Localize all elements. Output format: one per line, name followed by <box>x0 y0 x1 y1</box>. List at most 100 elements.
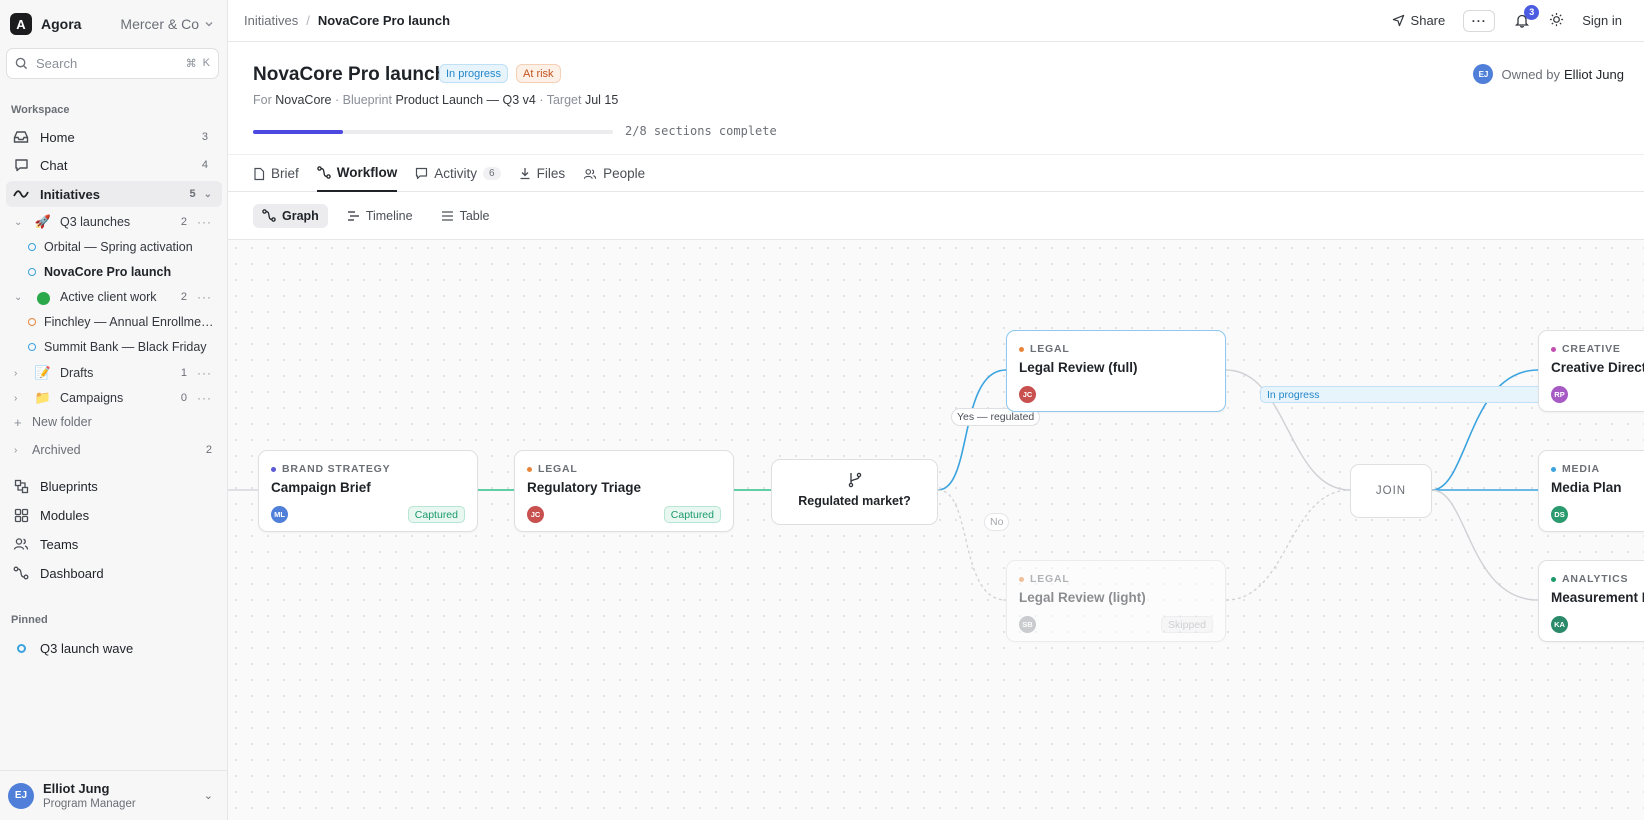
more-icon[interactable]: ··· <box>197 391 212 405</box>
more-options-button[interactable]: ··· <box>1463 9 1496 32</box>
search-shortcut: ⌘ K <box>186 57 210 70</box>
sidebar-item-teams[interactable]: Teams <box>6 531 222 557</box>
tab-files[interactable]: Files <box>519 155 565 192</box>
topbar: Initiatives / NovaCore Pro launch Share … <box>228 0 1644 42</box>
workflow-node-media-plan[interactable]: MEDIA Media Plan DS <box>1538 450 1644 532</box>
chevron-right-icon[interactable]: › <box>14 393 26 404</box>
category-dot-icon <box>1019 346 1024 352</box>
owner[interactable]: EJ Owned by Elliot Jung <box>1473 64 1624 84</box>
workflow-node-legal-review-full[interactable]: LEGAL Legal Review (full) JC In progress <box>1006 330 1620 412</box>
more-icon[interactable]: ··· <box>197 290 212 304</box>
view-timeline-button[interactable]: Timeline <box>338 204 422 228</box>
workflow-decision-node[interactable]: Regulated market? <box>771 459 938 525</box>
status-badge[interactable]: In progress <box>439 64 509 83</box>
workflow-join-node[interactable]: JOIN <box>1350 464 1432 518</box>
workflow-node-legal-review-light[interactable]: LEGAL Legal Review (light) SB Skipped <box>1006 560 1226 642</box>
org-switcher[interactable]: Mercer & Co <box>120 16 214 32</box>
folder-campaigns[interactable]: › 📁 Campaigns 0 ··· <box>14 386 220 410</box>
owner-name: Elliot Jung <box>1564 66 1624 82</box>
chevron-down-icon[interactable]: ⌄ <box>204 789 213 802</box>
notifications-button[interactable]: 3 <box>1513 4 1540 30</box>
users-icon <box>12 537 30 551</box>
share-button[interactable]: Share <box>1392 13 1445 28</box>
search-input[interactable]: Search ⌘ K <box>6 48 219 79</box>
view-label: Table <box>459 208 490 223</box>
folder-label: Active client work <box>60 290 157 304</box>
list-item[interactable]: Finchley — Annual Enrollme… <box>28 311 216 333</box>
tab-activity[interactable]: Activity 6 <box>415 155 501 192</box>
sidebar-item-blueprints[interactable]: Blueprints <box>6 473 222 499</box>
sign-in-button[interactable]: Sign in <box>1582 13 1622 28</box>
sidebar-item-modules[interactable]: Modules <box>6 502 222 528</box>
client-link[interactable]: NovaCore <box>275 93 331 107</box>
node-title: Creative Directi <box>1551 360 1644 375</box>
workflow-node-measurement-plan[interactable]: ANALYTICS Measurement P KA <box>1538 560 1644 642</box>
node-title: Legal Review (full) <box>1019 360 1138 375</box>
chevron-right-icon[interactable]: › <box>14 368 26 379</box>
list-item[interactable]: NovaCore Pro launch <box>28 261 216 283</box>
kbd-cmd: ⌘ <box>185 58 197 70</box>
avatar: KA <box>1551 616 1568 633</box>
pinned-item-q3-launch-wave[interactable]: Q3 launch wave <box>6 635 222 661</box>
chevron-down-icon[interactable]: ⌄ <box>14 217 26 228</box>
workflow-node-creative-direction[interactable]: CREATIVE Creative Directi RP <box>1538 330 1644 412</box>
tab-brief[interactable]: Brief <box>253 155 299 192</box>
avatar: DS <box>1551 506 1568 523</box>
timeline-icon <box>347 210 359 221</box>
risk-badge[interactable]: At risk <box>516 64 561 83</box>
initiative-label: Finchley — Annual Enrollme… <box>44 315 214 329</box>
chevron-right-icon[interactable]: › <box>14 445 26 456</box>
user-menu[interactable]: EJ Elliot Jung Program Manager ⌄ <box>0 770 227 820</box>
chevron-down-icon[interactable]: ⌄ <box>14 292 26 303</box>
download-icon <box>520 168 530 180</box>
more-icon[interactable]: ··· <box>197 215 212 229</box>
edge <box>1225 489 1351 601</box>
chevron-down-icon[interactable]: ⌄ <box>204 189 212 200</box>
send-icon <box>1392 14 1404 27</box>
tab-people[interactable]: People <box>583 155 645 192</box>
theme-toggle-button[interactable] <box>1549 12 1564 30</box>
view-table-button[interactable]: Table <box>432 204 499 228</box>
tab-count-badge: 6 <box>483 167 501 180</box>
node-title: Measurement P <box>1551 590 1644 605</box>
sidebar: A Agora Mercer & Co Search ⌘ K Workspace… <box>0 0 228 820</box>
tab-label: Workflow <box>336 165 398 180</box>
folder-label: Campaigns <box>60 391 124 405</box>
sidebar-item-label: Teams <box>40 536 79 552</box>
meta-target-label: · Target <box>539 93 582 107</box>
folder-active-client-work[interactable]: ⌄ Active client work 2 ··· <box>14 285 220 309</box>
breadcrumb-parent[interactable]: Initiatives <box>244 13 298 28</box>
list-item[interactable]: Orbital — Spring activation <box>28 236 216 258</box>
blueprint-link[interactable]: Product Launch — Q3 v4 <box>395 93 535 107</box>
sidebar-item-count: 3 <box>201 131 208 143</box>
sidebar-item-initiatives[interactable]: Initiatives 5 ⌄ <box>6 181 222 207</box>
workflow-canvas[interactable]: BRAND STRATEGY Campaign Brief ML Capture… <box>228 240 1644 820</box>
node-title: Media Plan <box>1551 480 1622 495</box>
workspace-label: Workspace <box>11 104 70 116</box>
workflow-node-regulatory-triage[interactable]: LEGAL Regulatory Triage JC Captured <box>514 450 734 532</box>
folder-q3-launches[interactable]: ⌄ 🚀 Q3 launches 2 ··· <box>14 210 220 234</box>
workflow-node-campaign-brief[interactable]: BRAND STRATEGY Campaign Brief ML Capture… <box>258 450 478 532</box>
chat-bubble-icon <box>12 158 30 172</box>
new-folder-label: New folder <box>32 415 92 429</box>
archived-item[interactable]: › Archived 2 <box>14 438 220 462</box>
folder-drafts[interactable]: › 📝 Drafts 1 ··· <box>14 361 220 385</box>
sidebar-item-dashboard[interactable]: Dashboard <box>6 560 222 586</box>
sidebar-item-home[interactable]: Home 3 <box>6 124 222 150</box>
meta-for-label: For <box>253 93 272 107</box>
more-icon[interactable]: ··· <box>197 366 212 380</box>
new-folder-button[interactable]: + New folder <box>14 410 220 434</box>
archived-label: Archived <box>32 443 81 457</box>
sidebar-item-label: Home <box>40 129 75 145</box>
list-item[interactable]: Summit Bank — Black Friday <box>28 336 216 358</box>
tab-workflow[interactable]: Workflow <box>316 155 398 192</box>
sidebar-item-chat[interactable]: Chat 4 <box>6 152 222 178</box>
inbox-icon <box>12 130 30 144</box>
avatar: SB <box>1019 616 1036 633</box>
initiative-label: Summit Bank — Black Friday <box>44 340 207 354</box>
avatar: EJ <box>1473 64 1494 84</box>
view-switcher: Graph Timeline Table <box>228 192 1644 240</box>
green-circle-icon <box>34 289 52 305</box>
app-logo: A <box>10 13 32 35</box>
view-graph-button[interactable]: Graph <box>253 203 328 228</box>
